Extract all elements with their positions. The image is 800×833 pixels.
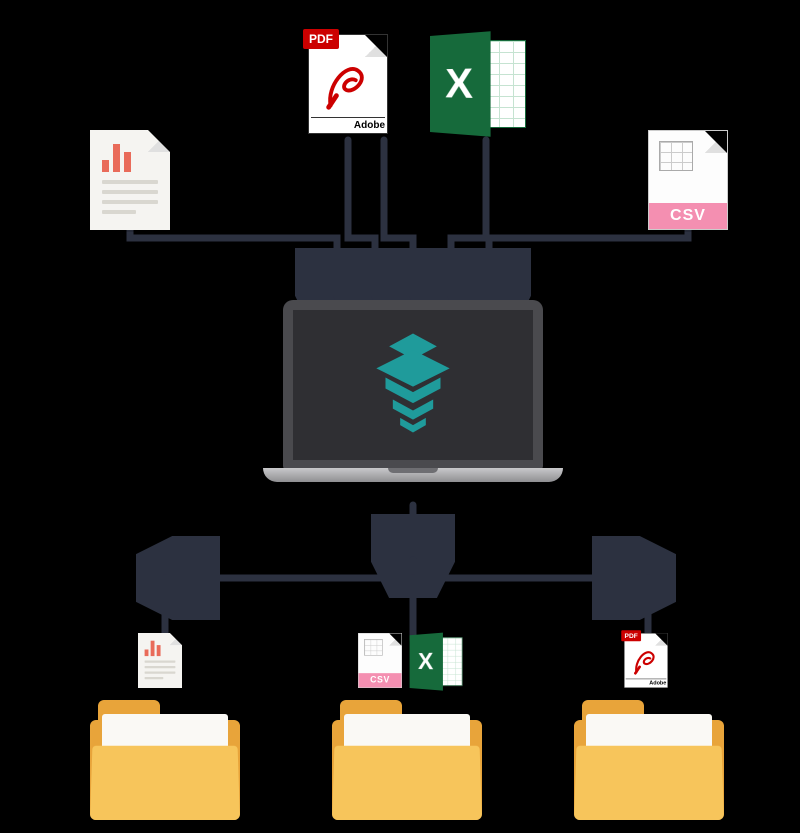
- stack-logo-icon: [358, 328, 468, 443]
- pdf-badge: PDF: [303, 29, 339, 49]
- output-folder-3: [574, 700, 724, 820]
- chart-bars-icon: [102, 144, 131, 172]
- pdf-badge: PDF: [621, 630, 641, 641]
- csv-grid-icon: [364, 639, 383, 656]
- adobe-swirl-icon: [630, 646, 662, 678]
- output-csv-doc: CSV: [358, 633, 402, 688]
- pdf-brand: Adobe: [626, 679, 667, 687]
- input-excel-doc: X: [430, 36, 526, 132]
- laptop-processor: [263, 300, 563, 510]
- excel-book-icon: X: [430, 31, 491, 136]
- output-pdf-doc: PDF Adobe: [624, 633, 668, 688]
- input-report-doc: [90, 130, 170, 230]
- pdf-brand: Adobe: [311, 117, 385, 131]
- csv-label: CSV: [359, 673, 402, 687]
- csv-grid-icon: [659, 141, 693, 171]
- csv-label: CSV: [649, 203, 727, 229]
- input-pdf-doc: PDF Adobe: [308, 34, 388, 134]
- output-folder-1: [90, 700, 240, 820]
- output-excel-doc: X: [410, 635, 463, 688]
- adobe-swirl-icon: [319, 57, 377, 115]
- input-csv-doc: CSV: [648, 130, 728, 230]
- output-folder-2: [332, 700, 482, 820]
- excel-book-icon: X: [410, 633, 443, 691]
- chart-bars-icon: [145, 641, 161, 656]
- output-report-doc: [138, 633, 182, 688]
